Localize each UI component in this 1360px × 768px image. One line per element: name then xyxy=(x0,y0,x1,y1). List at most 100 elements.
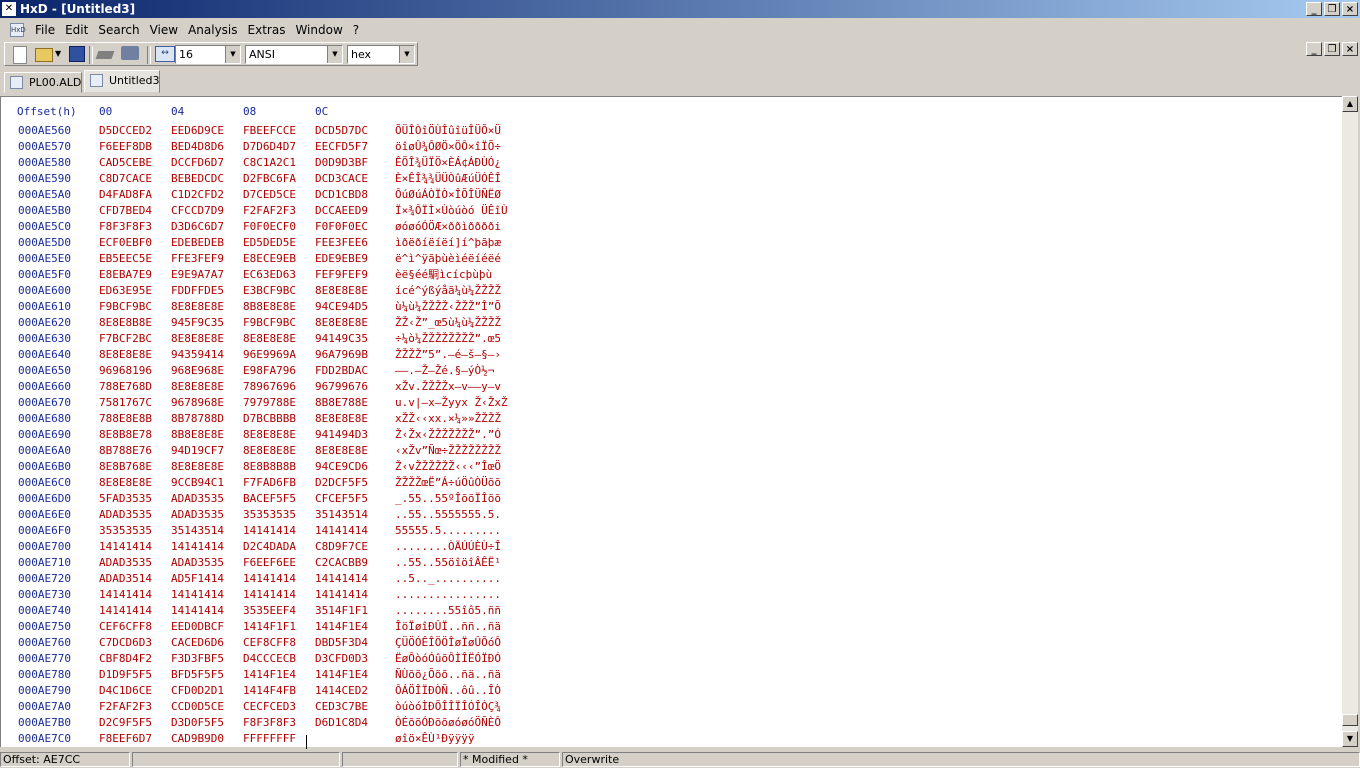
hex-cell[interactable]: 9678968E xyxy=(171,395,224,411)
hex-cell[interactable]: D6D1C8D4 xyxy=(315,715,368,731)
menu-window[interactable]: Window xyxy=(290,20,347,40)
hex-cell[interactable]: ADAD3535 xyxy=(99,507,152,523)
hex-cell[interactable]: D0D9D3BF xyxy=(315,155,368,171)
hex-cell[interactable]: 14141414 xyxy=(99,587,152,603)
text-cell[interactable]: Ž‹Žx‹ŽŽŽŽŽŽŽ”.”Ó xyxy=(395,427,501,443)
chevron-down-icon[interactable]: ▼ xyxy=(327,46,342,63)
text-cell[interactable]: xŽŽ‹‹xx.×¼»»ŽŽŽŽ xyxy=(395,411,501,427)
hex-cell[interactable]: ADAD3535 xyxy=(171,491,224,507)
hex-cell[interactable]: EED6D9CE xyxy=(171,123,224,139)
hex-cell[interactable]: D4C1D6CE xyxy=(99,683,152,699)
hex-cell[interactable]: 8E8E8E8E xyxy=(171,299,224,315)
text-cell[interactable]: ŽŽ‹Ž”_œ5ù¼ù¼ŽŽŽŽ xyxy=(395,315,501,331)
hex-cell[interactable]: DCD5D7DC xyxy=(315,123,368,139)
hex-cell[interactable]: D7D6D4D7 xyxy=(243,139,296,155)
text-cell[interactable]: ÕÜÎÒîÖÙÎûîüÎÜÕ×Ü xyxy=(395,123,501,139)
hex-cell[interactable]: 35353535 xyxy=(243,507,296,523)
hex-cell[interactable]: 14141414 xyxy=(315,571,368,587)
hex-cell[interactable]: 788E8E8B xyxy=(99,411,152,427)
hex-cell[interactable]: 14141414 xyxy=(171,603,224,619)
hex-cell[interactable]: 14141414 xyxy=(99,603,152,619)
hex-cell[interactable]: FBEEFCCE xyxy=(243,123,296,139)
hex-cell[interactable]: C1D2CFD2 xyxy=(171,187,224,203)
menu-analysis[interactable]: Analysis xyxy=(183,20,242,40)
hex-cell[interactable]: C2CACBB9 xyxy=(315,555,368,571)
hex-cell[interactable]: CAD5CEBE xyxy=(99,155,152,171)
hex-cell[interactable]: 8E8E8E8E xyxy=(315,315,368,331)
open-ram-icon[interactable] xyxy=(121,46,139,60)
text-cell[interactable]: Ï×¾ÔÏÌ×Ùòúòó ÜÊîÙ xyxy=(395,203,508,219)
hex-cell[interactable]: CFCCD7D9 xyxy=(171,203,224,219)
scroll-down-icon[interactable]: ▼ xyxy=(1342,731,1358,747)
hex-cell[interactable]: EB5EEC5E xyxy=(99,251,152,267)
hex-cell[interactable]: BED4D8D6 xyxy=(171,139,224,155)
hex-cell[interactable]: 8E8E8E8E xyxy=(99,347,152,363)
hex-cell[interactable]: 8B788E76 xyxy=(99,443,152,459)
hex-cell[interactable]: DBD5F3D4 xyxy=(315,635,368,651)
open-disk-icon[interactable] xyxy=(95,51,115,59)
open-folder-icon[interactable] xyxy=(35,48,53,62)
hex-cell[interactable]: D3CFD0D3 xyxy=(315,651,368,667)
text-cell[interactable]: øóøóÓÖÆ×ððìðððði xyxy=(395,219,501,235)
hex-cell[interactable]: AD5F1414 xyxy=(171,571,224,587)
menu-help[interactable]: ? xyxy=(348,20,364,40)
hex-cell[interactable]: F0F0ECF0 xyxy=(243,219,296,235)
hex-cell[interactable]: 8E8E8E8E xyxy=(99,475,152,491)
text-cell[interactable]: u.v|–x–Žyyx Ž‹ŽxŽ xyxy=(395,395,508,411)
hex-cell[interactable]: 941494D3 xyxy=(315,427,368,443)
text-cell[interactable]: ÇÜÖÓÊÎÖÖÎøÏøÛÕóÔ xyxy=(395,635,501,651)
hex-cell[interactable]: ECF0EBF0 xyxy=(99,235,152,251)
hex-cell[interactable]: F0F0F0EC xyxy=(315,219,368,235)
text-cell[interactable]: ÎöÏøîÐÛÏ..ññ..ñä xyxy=(395,619,501,635)
chevron-down-icon[interactable]: ▼ xyxy=(225,46,240,63)
hex-cell[interactable]: 8E8E8E8E xyxy=(315,283,368,299)
hex-cell[interactable]: 96968196 xyxy=(99,363,152,379)
text-cell[interactable]: È×ÊÎ¾¾ÜÜÒûÆúÜÓÊÎ xyxy=(395,171,501,187)
hex-cell[interactable]: D3D6C6D7 xyxy=(171,219,224,235)
text-cell[interactable]: ..55..55öîöîÂÊË¹ xyxy=(395,555,501,571)
hex-cell[interactable]: F2FAF2F3 xyxy=(243,203,296,219)
bytes-per-row-select[interactable]: 16 ▼ xyxy=(175,45,241,64)
hex-cell[interactable]: F3D3FBF5 xyxy=(171,651,224,667)
hex-cell[interactable]: BEBEDCDC xyxy=(171,171,224,187)
hex-cell[interactable]: F9BCF9BC xyxy=(99,299,152,315)
hex-cell[interactable]: 3535EEF4 xyxy=(243,603,296,619)
hex-cell[interactable]: F6EEF6EE xyxy=(243,555,296,571)
hex-cell[interactable]: CFD0D2D1 xyxy=(171,683,224,699)
hex-cell[interactable]: CACED6D6 xyxy=(171,635,224,651)
text-cell[interactable]: ÷¼ò¼ŽŽŽŽŽŽŽŽ”.œ5 xyxy=(395,331,501,347)
text-cell[interactable]: ..5.._.......... xyxy=(395,571,501,587)
text-cell[interactable]: ÑÙõõ¿Õõõ..ñä..ñä xyxy=(395,667,501,683)
hex-cell[interactable]: 1414F1F1 xyxy=(243,619,296,635)
hex-cell[interactable]: 1414F1E4 xyxy=(315,667,368,683)
save-disk-icon[interactable] xyxy=(69,46,85,62)
hex-cell[interactable]: DCCAEED9 xyxy=(315,203,368,219)
hex-cell[interactable]: 8E8E8E8E xyxy=(243,331,296,347)
hex-cell[interactable]: 1414F4FB xyxy=(243,683,296,699)
hex-cell[interactable]: BACEF5F5 xyxy=(243,491,296,507)
hex-cell[interactable]: 94D19CF7 xyxy=(171,443,224,459)
hex-cell[interactable]: 14141414 xyxy=(315,523,368,539)
menu-file[interactable]: File xyxy=(30,20,60,40)
hex-cell[interactable]: ADAD3535 xyxy=(99,555,152,571)
chevron-down-icon[interactable]: ▼ xyxy=(399,46,414,63)
scroll-thumb[interactable] xyxy=(1342,714,1358,726)
tab-untitled3[interactable]: Untitled3 xyxy=(84,70,160,93)
text-cell[interactable]: ìðëðíëíëí]í^þãþæ xyxy=(395,235,501,251)
hex-cell[interactable]: D4FAD8FA xyxy=(99,187,152,203)
text-cell[interactable]: ÔÁÖÎÏÐÒÑ..ôû..ÎÒ xyxy=(395,683,501,699)
hex-cell[interactable]: 8E8E8E8E xyxy=(171,331,224,347)
hex-cell[interactable]: 96799676 xyxy=(315,379,368,395)
hex-cell[interactable]: 8B78788D xyxy=(171,411,224,427)
hex-cell[interactable]: 1414CED2 xyxy=(315,683,368,699)
hex-cell[interactable]: 8E8B8B8B xyxy=(243,459,296,475)
hex-cell[interactable]: EDE9EBE9 xyxy=(315,251,368,267)
text-cell[interactable]: ÒÉõõÓÐõõøóøóÖÑÈÔ xyxy=(395,715,501,731)
hex-cell[interactable]: F9BCF9BC xyxy=(243,315,296,331)
hex-cell[interactable]: C8D9F7CE xyxy=(315,539,368,555)
text-cell[interactable]: ––.–Ž–Žé.§–ýÒ½¬ xyxy=(395,363,494,379)
hex-cell[interactable]: 14141414 xyxy=(243,571,296,587)
text-cell[interactable]: ŽŽŽŽ”5”.–é–š–§–› xyxy=(395,347,501,363)
hex-cell[interactable]: 94CE94D5 xyxy=(315,299,368,315)
doc-restore-button[interactable]: ❐ xyxy=(1324,42,1340,56)
